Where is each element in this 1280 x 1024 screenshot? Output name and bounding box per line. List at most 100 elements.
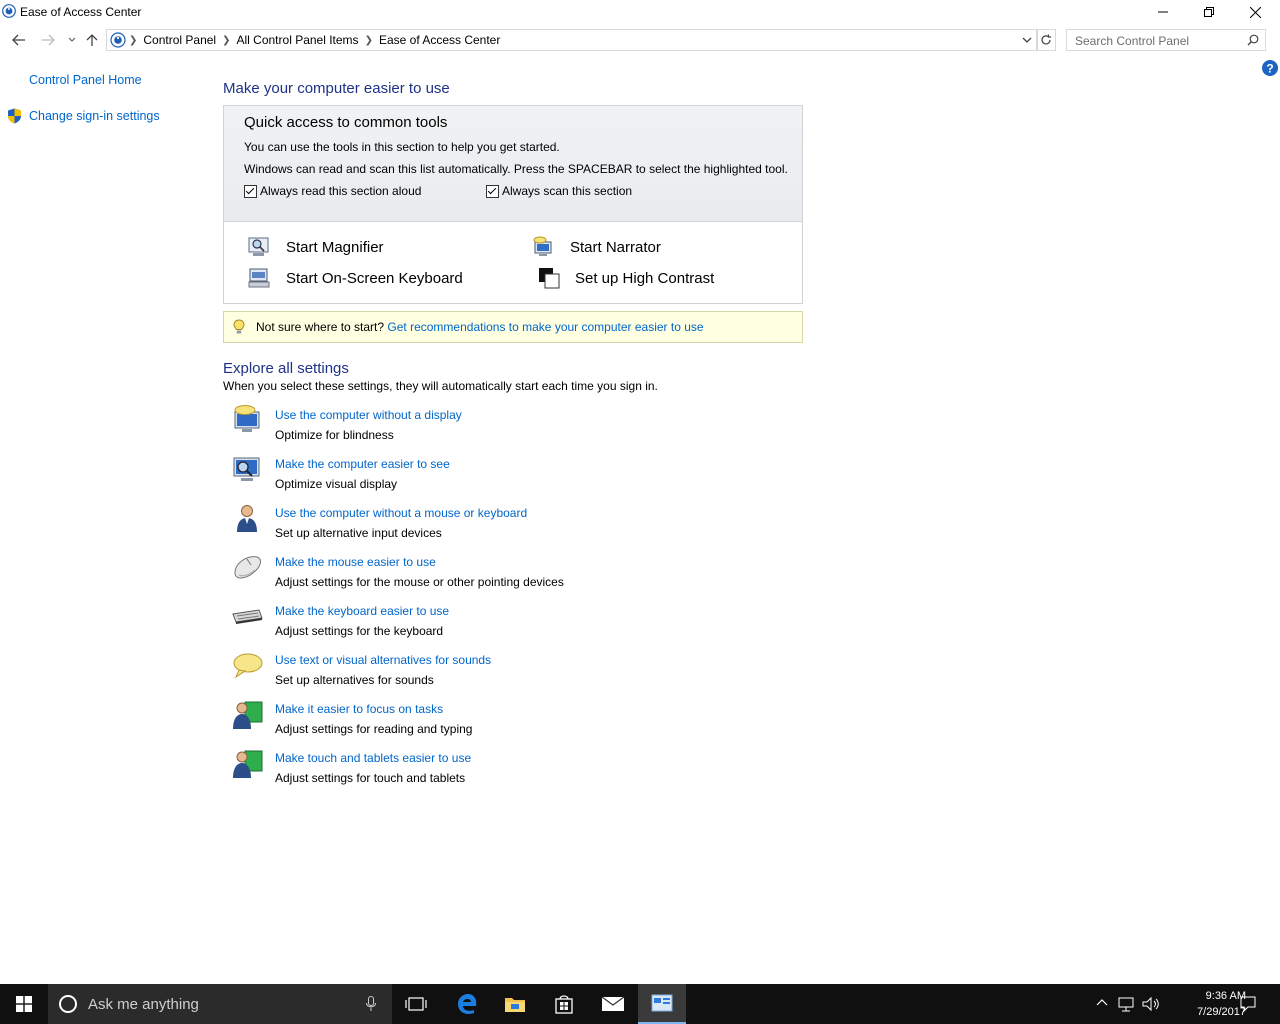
search-icon[interactable]: [1247, 34, 1259, 46]
network-icon[interactable]: [1118, 996, 1134, 1012]
help-icon[interactable]: ?: [1262, 60, 1278, 76]
control-panel-icon: [110, 32, 126, 48]
breadcrumb-separator: ❯: [222, 34, 231, 46]
search-box[interactable]: [1066, 29, 1266, 51]
list-item-description: Set up alternatives for sounds: [275, 673, 434, 687]
taskbar-clock[interactable]: 9:36 AM 7/29/2017: [1197, 988, 1246, 1020]
chevron-down-icon: [68, 37, 76, 42]
store-bag-icon: [555, 995, 573, 1014]
list-item: Use the computer without a display Optim…: [231, 404, 791, 448]
start-narrator-tool[interactable]: Start Narrator: [532, 236, 661, 258]
window-title: Ease of Access Center: [20, 5, 142, 19]
set-up-high-contrast-label: Set up High Contrast: [575, 269, 715, 287]
edge-taskbar-button[interactable]: [443, 984, 491, 1024]
show-hidden-icons-chevron-icon[interactable]: [1096, 996, 1108, 1010]
start-narrator-label: Start Narrator: [570, 238, 661, 256]
quick-access-title: Quick access to common tools: [244, 114, 448, 131]
forward-button[interactable]: [38, 28, 58, 52]
quick-access-header: Quick access to common tools You can use…: [224, 106, 802, 222]
person-monitor-icon: [233, 701, 263, 729]
list-item-description: Set up alternative input devices: [275, 526, 442, 540]
explore-settings-heading: Explore all settings: [223, 360, 349, 377]
explore-settings-subtext: When you select these settings, they wil…: [223, 379, 658, 393]
action-center-icon[interactable]: [1240, 996, 1256, 1012]
easier-to-focus-link[interactable]: Make it easier to focus on tasks: [275, 702, 443, 716]
control-panel-home-link[interactable]: Control Panel Home: [29, 73, 142, 87]
edge-icon: [458, 994, 477, 1014]
back-button[interactable]: [9, 28, 29, 52]
breadcrumb-separator: ❯: [364, 34, 373, 46]
magnifier-icon: [248, 237, 269, 256]
use-computer-without-display-link[interactable]: Use the computer without a display: [275, 408, 462, 422]
volume-icon[interactable]: [1142, 996, 1160, 1012]
refresh-button[interactable]: [1036, 29, 1056, 51]
restore-button[interactable]: [1186, 0, 1232, 24]
up-button[interactable]: [82, 28, 102, 52]
address-bar[interactable]: ❯ Control Panel ❯ All Control Panel Item…: [106, 29, 1038, 51]
page-title: Make your computer easier to use: [223, 80, 450, 97]
set-up-high-contrast-tool[interactable]: Set up High Contrast: [538, 267, 714, 289]
search-input[interactable]: [1073, 32, 1245, 50]
mouse-icon: [234, 556, 261, 579]
list-item-description: Optimize visual display: [275, 477, 398, 491]
close-button[interactable]: [1232, 0, 1278, 24]
cortana-search-box[interactable]: Ask me anything: [48, 984, 392, 1024]
task-view-button[interactable]: [392, 984, 440, 1024]
get-recommendations-link[interactable]: Get recommendations to make your compute…: [387, 320, 703, 334]
start-on-screen-keyboard-tool[interactable]: Start On-Screen Keyboard: [248, 267, 463, 289]
back-arrow-icon: [12, 34, 25, 46]
make-computer-easier-to-see-link[interactable]: Make the computer easier to see: [275, 457, 450, 471]
store-taskbar-button[interactable]: [540, 984, 588, 1024]
keyboard-icon: [232, 609, 263, 624]
minimize-button[interactable]: [1140, 0, 1186, 24]
refresh-icon: [1041, 34, 1051, 45]
cortana-search-text: Ask me anything: [88, 996, 199, 1013]
windows-logo-icon: [16, 996, 32, 1012]
breadcrumb-ease-of-access[interactable]: Ease of Access Center: [379, 33, 500, 47]
cortana-icon: [59, 995, 77, 1013]
list-item-description: Adjust settings for the mouse or other p…: [275, 575, 564, 589]
list-item: Use text or visual alternatives for soun…: [231, 649, 791, 693]
microphone-icon[interactable]: [366, 996, 376, 1012]
checkbox-checked[interactable]: [486, 184, 499, 198]
use-computer-without-mouse-or-keyboard-link[interactable]: Use the computer without a mouse or keyb…: [275, 506, 527, 520]
breadcrumb-separator: ❯: [129, 34, 138, 46]
make-mouse-easier-link[interactable]: Make the mouse easier to use: [275, 555, 436, 569]
change-sign-in-settings-link[interactable]: Change sign-in settings: [29, 109, 160, 123]
make-keyboard-easier-link[interactable]: Make the keyboard easier to use: [275, 604, 449, 618]
clock-time: 9:36 AM: [1205, 990, 1246, 1002]
start-magnifier-tool[interactable]: Start Magnifier: [248, 236, 384, 258]
minimize-icon: [1158, 11, 1168, 13]
control-panel-taskbar-button[interactable]: [638, 984, 686, 1024]
list-item: Make touch and tablets easier to use Adj…: [231, 747, 791, 791]
control-panel-window-icon: [651, 994, 673, 1012]
recent-locations-button[interactable]: [62, 28, 82, 52]
title-bar: Ease of Access Center: [0, 0, 1280, 24]
shield-icon: [8, 108, 21, 124]
touch-and-tablets-link[interactable]: Make touch and tablets easier to use: [275, 751, 471, 765]
scan-section-checkbox[interactable]: Always scan this section: [486, 184, 632, 198]
alternatives-for-sounds-link[interactable]: Use text or visual alternatives for soun…: [275, 653, 491, 667]
start-button[interactable]: [0, 984, 48, 1024]
start-on-screen-keyboard-label: Start On-Screen Keyboard: [286, 269, 463, 287]
address-dropdown-icon[interactable]: [1022, 37, 1032, 44]
speech-bubble-icon: [233, 653, 263, 679]
breadcrumb-control-panel[interactable]: Control Panel: [143, 33, 216, 47]
list-item-description: Optimize for blindness: [275, 428, 394, 442]
person-icon: [237, 505, 257, 532]
quick-access-panel: Quick access to common tools You can use…: [223, 105, 803, 304]
start-magnifier-label: Start Magnifier: [286, 238, 384, 256]
mail-icon: [601, 996, 625, 1011]
checkbox-checked[interactable]: [244, 184, 257, 198]
narrator-icon: [533, 236, 552, 256]
close-icon: [1249, 6, 1261, 18]
breadcrumb-all-items[interactable]: All Control Panel Items: [237, 33, 359, 47]
task-view-icon: [405, 997, 427, 1011]
mail-taskbar-button[interactable]: [589, 984, 637, 1024]
up-arrow-icon: [86, 34, 98, 46]
list-item: Make the mouse easier to use Adjust sett…: [231, 551, 791, 595]
ease-of-access-icon: [2, 4, 16, 18]
list-item: Make the computer easier to see Optimize…: [231, 453, 791, 497]
file-explorer-taskbar-button[interactable]: [491, 984, 539, 1024]
read-aloud-checkbox[interactable]: Always read this section aloud: [244, 184, 421, 198]
